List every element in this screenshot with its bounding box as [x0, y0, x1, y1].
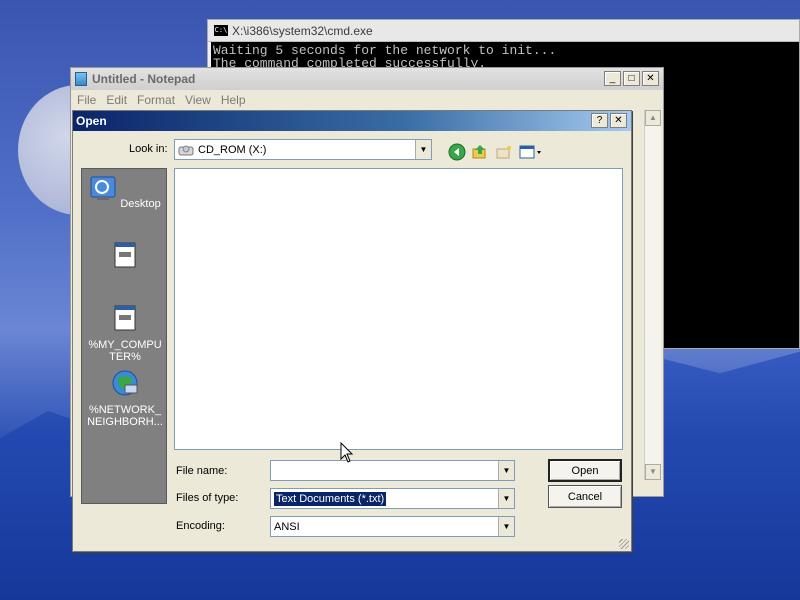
scroll-down-icon[interactable]: ▼: [645, 464, 661, 480]
menu-view[interactable]: View: [183, 93, 219, 107]
notepad-title-bar[interactable]: Untitled - Notepad: [71, 68, 663, 90]
files-of-type-label: Files of type:: [176, 492, 239, 504]
file-name-label: File name:: [176, 465, 228, 477]
menu-file[interactable]: File: [75, 93, 104, 107]
dialog-title: Open: [76, 114, 107, 128]
place-recent[interactable]: [82, 241, 168, 276]
look-in-label: Look in:: [129, 143, 168, 155]
resize-grip[interactable]: [619, 539, 629, 549]
network-icon: [112, 370, 138, 396]
look-in-value: CD_ROM (X:): [198, 143, 267, 156]
files-of-type-value: Text Documents (*.txt): [274, 491, 387, 506]
mouse-cursor-icon: [340, 442, 354, 463]
help-button[interactable]: ?: [591, 113, 608, 128]
console-icon: C:\: [214, 25, 228, 36]
chevron-down-icon[interactable]: ▼: [415, 140, 431, 159]
up-folder-icon[interactable]: [471, 143, 489, 161]
chevron-down-icon[interactable]: ▼: [498, 517, 514, 536]
place-label: %MY_COMPUTER%: [88, 339, 162, 363]
scroll-up-icon[interactable]: ▲: [645, 110, 661, 126]
notepad-menu-bar: File Edit Format View Help: [71, 90, 663, 110]
cmd-title: X:\i386\system32\cmd.exe: [232, 23, 373, 38]
place-my-computer[interactable]: %MY_COMPUTER%: [82, 304, 168, 363]
encoding-value: ANSI: [274, 520, 300, 533]
dialog-title-bar[interactable]: Open: [73, 111, 631, 131]
file-list[interactable]: [174, 168, 623, 450]
desktop-icon: [90, 176, 116, 200]
open-button[interactable]: Open: [548, 459, 622, 482]
open-dialog[interactable]: Open ? ✕ Look in: CD_ROM (X:) ▼ Desktop …: [72, 110, 632, 552]
cd-drive-icon: [178, 145, 194, 155]
maximize-button[interactable]: □: [623, 71, 640, 86]
place-label: %NETWORK_NEIGHBORH...: [87, 404, 163, 428]
minimize-button[interactable]: _: [604, 71, 621, 86]
menu-help[interactable]: Help: [219, 93, 254, 107]
place-label: Desktop: [120, 198, 161, 210]
notepad-title: Untitled - Notepad: [92, 72, 196, 86]
menu-edit[interactable]: Edit: [104, 93, 135, 107]
cmd-title-bar[interactable]: C:\ X:\i386\system32\cmd.exe: [208, 20, 799, 42]
encoding-select[interactable]: ANSI ▼: [270, 516, 515, 537]
place-network[interactable]: %NETWORK_NEIGHBORH...: [82, 369, 168, 428]
view-menu-icon[interactable]: [519, 143, 543, 161]
back-icon[interactable]: [448, 143, 466, 161]
new-folder-icon[interactable]: [495, 143, 513, 161]
files-of-type-select[interactable]: Text Documents (*.txt) ▼: [270, 488, 515, 509]
menu-format[interactable]: Format: [135, 93, 183, 107]
place-desktop[interactable]: Desktop: [82, 175, 168, 210]
dialog-close-button[interactable]: ✕: [610, 113, 627, 128]
document-icon: [114, 242, 136, 268]
chevron-down-icon[interactable]: ▼: [498, 489, 514, 508]
notepad-vertical-scrollbar[interactable]: ▲ ▼: [644, 110, 661, 480]
file-name-input[interactable]: ▼: [270, 460, 515, 481]
computer-icon: [114, 305, 136, 331]
places-bar: Desktop %MY_COMPUTER% %NETWORK_NEIGHBORH…: [81, 168, 167, 504]
look-in-select[interactable]: CD_ROM (X:) ▼: [174, 139, 432, 160]
cancel-button[interactable]: Cancel: [548, 485, 622, 508]
close-button[interactable]: ✕: [642, 71, 659, 86]
encoding-label: Encoding:: [176, 520, 225, 532]
notepad-icon: [75, 72, 87, 86]
chevron-down-icon[interactable]: ▼: [498, 461, 514, 480]
